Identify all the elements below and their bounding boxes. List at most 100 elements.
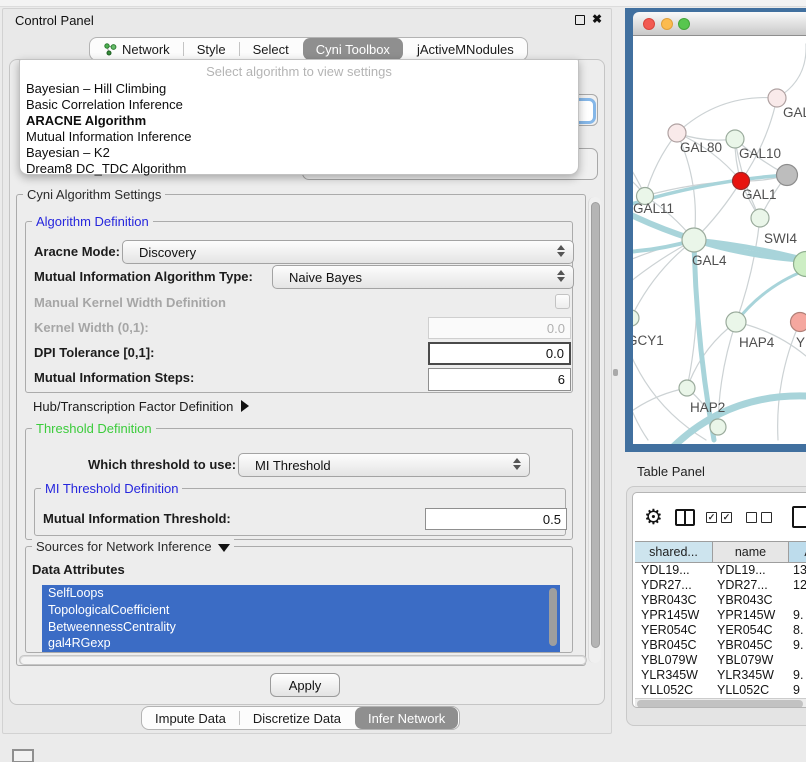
table-row[interactable]: YER054CYER054C8. (635, 623, 806, 638)
tab-infer-network[interactable]: Infer Network (355, 707, 458, 729)
algorithm-option-basic-correlation-inference[interactable]: Basic Correlation Inference (24, 97, 574, 113)
unchecked-checkbox-icon[interactable] (746, 512, 757, 523)
maximize-traffic-light[interactable] (678, 18, 690, 30)
split-view-icon[interactable] (675, 509, 695, 526)
gear-icon[interactable]: ⚙ (644, 505, 663, 530)
close-traffic-light[interactable] (643, 18, 655, 30)
tab-label: Select (253, 42, 289, 57)
table-cell: YBL079W (641, 653, 697, 668)
node-label-gal4: GAL4 (692, 253, 727, 268)
settings-hscrollbar-thumb[interactable] (21, 657, 585, 664)
network-node[interactable] (777, 165, 798, 186)
table-hscrollbar-thumb[interactable] (637, 700, 803, 708)
settings-scrollbar-thumb[interactable] (591, 202, 600, 648)
tab-select[interactable]: Select (240, 38, 302, 60)
attribute-item-betweennesscentrality[interactable]: BetweennessCentrality (42, 619, 560, 636)
network-node[interactable] (710, 419, 726, 435)
hub-definition-expander[interactable]: Hub/Transcription Factor Definition (33, 399, 249, 414)
table-cell: YBR043C (717, 593, 773, 608)
table-row[interactable]: YBL079WYBL079W (635, 653, 806, 668)
table-cell: YER054C (641, 623, 697, 638)
table-row[interactable]: YLL052CYLL052C9 (635, 683, 806, 698)
close-icon[interactable]: ✖ (592, 12, 602, 26)
table-cell: YBR045C (717, 638, 773, 653)
data-attributes-list[interactable]: SelfLoopsTopologicalCoefficientBetweenne… (42, 585, 560, 652)
tab-discretize-data[interactable]: Discretize Data (240, 707, 354, 729)
table-row[interactable]: YPR145WYPR145W9. (635, 608, 806, 623)
algorithm-option-dream8-dc-tdc-algorithm[interactable]: Dream8 DC_TDC Algorithm (24, 161, 574, 177)
aracne-mode-combo[interactable]: Discovery (122, 240, 574, 264)
column-header-name[interactable]: name (713, 542, 789, 562)
node-label-swi4: SWI4 (764, 231, 797, 246)
settings-horizontal-scrollbar[interactable] (19, 655, 587, 665)
unchecked-checkbox-icon[interactable] (761, 512, 772, 523)
network-node-gcy1[interactable] (633, 310, 639, 326)
mi-steps-field[interactable]: 6 (428, 368, 571, 391)
network-edge (645, 133, 677, 196)
algorithm-option-mutual-information-inference[interactable]: Mutual Information Inference (24, 129, 574, 145)
tab-impute-data[interactable]: Impute Data (142, 707, 239, 729)
minimize-traffic-light[interactable] (661, 18, 673, 30)
panel-divider-handle[interactable] (613, 369, 618, 376)
table-row[interactable]: YLR345WYLR345W9. (635, 668, 806, 683)
control-panel-titlebar: Control Panel ✖ (3, 9, 611, 33)
checked-checkbox-icon[interactable]: ✓ (706, 512, 717, 523)
table-row[interactable]: YBR045CYBR045C9. (635, 638, 806, 653)
mi-type-combo[interactable]: Naive Bayes (272, 265, 574, 289)
table-row[interactable]: YDL19...YDL19...13 (635, 563, 806, 578)
algorithm-option-aracne-algorithm[interactable]: ARACNE Algorithm (24, 113, 574, 129)
tab-style[interactable]: Style (184, 38, 239, 60)
network-icon (103, 42, 117, 56)
settings-vertical-scrollbar[interactable] (588, 197, 601, 663)
hub-definition-label: Hub/Transcription Factor Definition (33, 399, 233, 414)
attribute-item-topologicalcoefficient[interactable]: TopologicalCoefficient (42, 602, 560, 619)
table-panel-title: Table Panel (637, 464, 705, 479)
network-node-hap2[interactable] (679, 380, 695, 396)
table-cell: YDR27... (717, 578, 768, 593)
tab-cyni-toolbox[interactable]: Cyni Toolbox (303, 38, 403, 60)
network-node-y[interactable] (791, 313, 806, 332)
node-table-window: ⚙ ✓ ✓ shared...nameA YDL19...YDL19...13Y… (632, 492, 806, 708)
table-cell: 12 (793, 578, 806, 593)
corner-widget[interactable] (12, 749, 34, 762)
table-row[interactable]: YDR27...YDR27...12 (635, 578, 806, 593)
table-row[interactable]: YBR043CYBR043C (635, 593, 806, 608)
network-graph: GALGAL80GAL10GAL1GAL11SWI4GAL4GCY1HAP4YH… (633, 36, 806, 444)
attribute-item-selfloops[interactable]: SelfLoops (42, 585, 560, 602)
algorithm-option-bayesian-k2[interactable]: Bayesian – K2 (24, 145, 574, 161)
network-node-swi4[interactable] (751, 209, 769, 227)
manual-kernel-checkbox[interactable] (555, 294, 570, 309)
float-window-icon[interactable] (575, 15, 585, 25)
table-cell: 9 (793, 683, 800, 698)
table-header-row: shared...nameA (635, 541, 806, 563)
kernel-width-label: Kernel Width (0,1): (34, 320, 149, 335)
sources-title[interactable]: Sources for Network Inference (32, 539, 234, 554)
tab-label: Impute Data (155, 711, 226, 726)
bottom-function-tabs: Impute Data Discretize DataInfer Network (141, 706, 460, 730)
kernel-width-field[interactable]: 0.0 (428, 317, 571, 339)
network-canvas[interactable]: GALGAL80GAL10GAL1GAL11SWI4GAL4GCY1HAP4YH… (633, 36, 806, 444)
table-horizontal-scrollbar[interactable] (635, 698, 806, 708)
which-threshold-combo[interactable]: MI Threshold (238, 453, 530, 477)
document-icon[interactable] (792, 506, 806, 528)
tab-network[interactable]: Network (90, 38, 183, 60)
network-node-hap4[interactable] (726, 312, 746, 332)
apply-button[interactable]: Apply (270, 673, 340, 697)
node-label-gcy1: GCY1 (633, 333, 664, 348)
table-cell: YER054C (717, 623, 773, 638)
node-label-gal11: GAL11 (633, 201, 674, 216)
attributes-scrollbar-thumb[interactable] (549, 588, 557, 646)
tab-jactivemnodules[interactable]: jActiveMNodules (404, 38, 527, 60)
attribute-item-gal4rgexp[interactable]: gal4RGexp (42, 635, 560, 652)
algorithm-option-bayesian-hill-climbing[interactable]: Bayesian – Hill Climbing (24, 81, 574, 97)
checked-checkbox-icon[interactable]: ✓ (721, 512, 732, 523)
column-header-shared[interactable]: shared... (635, 542, 713, 562)
dpi-tolerance-field[interactable]: 0.0 (428, 342, 571, 365)
table-cell: YLL052C (717, 683, 769, 698)
node-label-gal: GAL (783, 105, 806, 120)
network-node-gal4[interactable] (682, 228, 706, 252)
mi-threshold-field[interactable]: 0.5 (425, 508, 567, 530)
network-window-titlebar[interactable] (633, 12, 806, 36)
table-cell: 13 (793, 563, 806, 578)
column-header-a[interactable]: A (789, 542, 806, 562)
